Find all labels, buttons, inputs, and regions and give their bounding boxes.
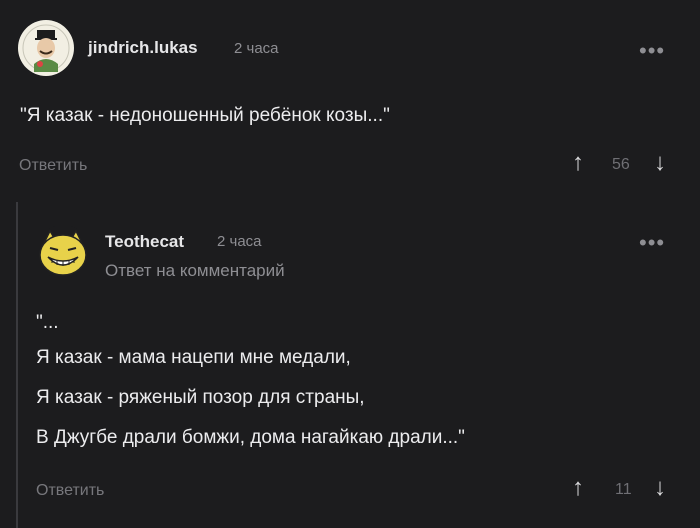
arrow-down-icon[interactable]: ↓ xyxy=(654,151,666,175)
comment-time: 2 часа xyxy=(234,40,279,57)
reply-avatar[interactable] xyxy=(36,225,90,279)
vote-count: 11 xyxy=(615,481,632,498)
more-dots-icon[interactable]: ••• xyxy=(639,232,665,254)
comment-author[interactable]: jindrich.lukas xyxy=(88,38,198,58)
more-dots-icon[interactable]: ••• xyxy=(639,40,665,62)
arrow-down-icon[interactable]: ↓ xyxy=(654,476,666,500)
arrow-up-icon[interactable]: ↑ xyxy=(572,151,584,175)
reply-line: Я казак - мама нацепи мне медали, xyxy=(36,347,351,368)
reply-line: Я казак - ряженый позор для страны, xyxy=(36,387,365,408)
vote-count: 56 xyxy=(612,156,630,173)
comment-text: "Я казак - недоношенный ребёнок козы..." xyxy=(20,105,390,126)
reply-button[interactable]: Ответить xyxy=(36,482,104,500)
avatar[interactable] xyxy=(18,20,74,76)
thread-line xyxy=(16,202,18,528)
reply-line: В Джугбе драли бомжи, дома нагайкаю драл… xyxy=(36,427,465,448)
arrow-up-icon[interactable]: ↑ xyxy=(572,476,584,500)
reply-time: 2 часа xyxy=(217,233,262,250)
reply-line: "... xyxy=(36,312,59,333)
reply-author[interactable]: Teothecat xyxy=(105,232,184,252)
user-avatar-image xyxy=(19,21,73,75)
troll-face-avatar-image xyxy=(39,229,87,276)
reply-button[interactable]: Ответить xyxy=(19,157,87,175)
reply-subtitle[interactable]: Ответ на комментарий xyxy=(105,261,285,281)
